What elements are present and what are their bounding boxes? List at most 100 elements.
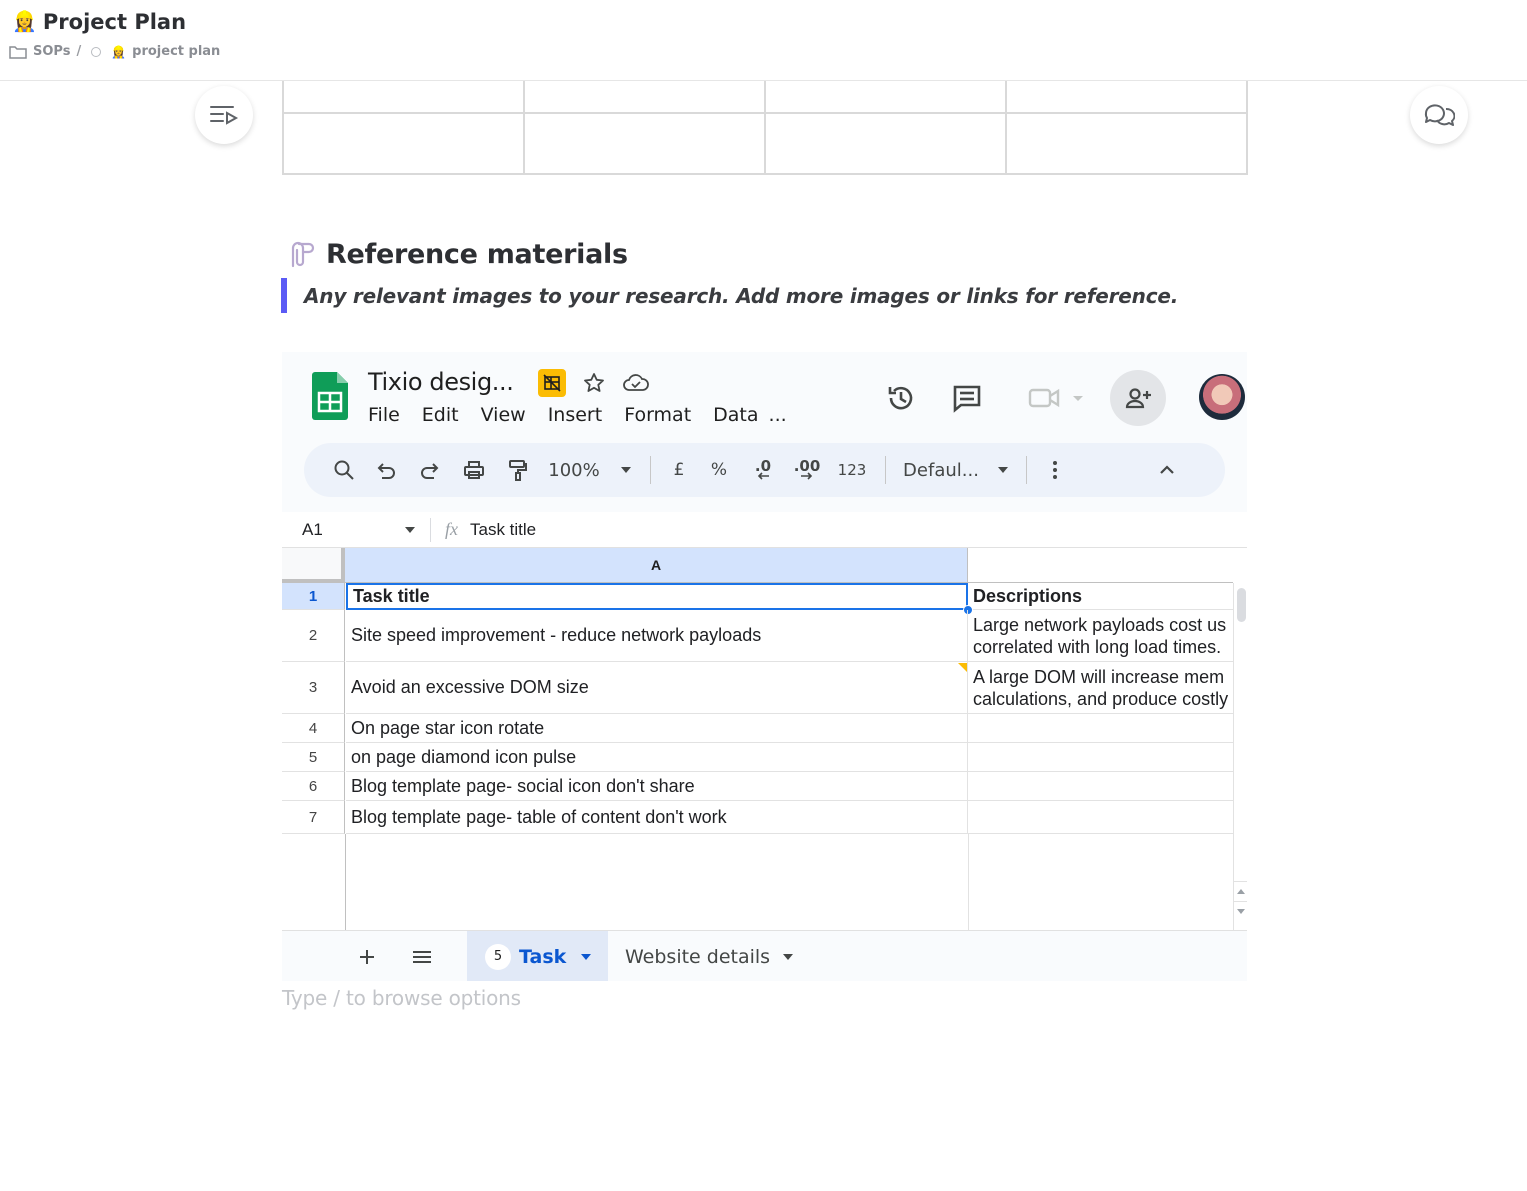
row-header[interactable]: 3 xyxy=(282,662,345,714)
scroll-up-icon[interactable] xyxy=(1234,881,1247,901)
table-cell[interactable]: On page star icon rotate xyxy=(346,714,968,743)
breadcrumb-page[interactable]: project plan xyxy=(132,44,220,59)
version-history-button[interactable] xyxy=(879,376,923,420)
table-cell[interactable] xyxy=(1007,81,1246,112)
table-cell[interactable] xyxy=(968,743,1233,772)
row-header[interactable]: 5 xyxy=(282,743,345,772)
table-row xyxy=(284,114,1246,173)
table-of-contents-button[interactable] xyxy=(195,86,253,144)
sheets-logo-icon[interactable] xyxy=(312,372,348,420)
breadcrumb-separator: / xyxy=(76,44,82,59)
chevron-down-icon xyxy=(581,953,592,960)
table-cell-b1[interactable]: Descriptions xyxy=(968,583,1233,610)
menu-edit[interactable]: Edit xyxy=(422,404,459,426)
table-cell[interactable]: Site speed improvement - reduce network … xyxy=(346,610,968,662)
column-header-a[interactable]: A xyxy=(345,548,968,583)
title-row: 👷‍♀️ Project Plan xyxy=(12,10,186,34)
table-cell[interactable] xyxy=(766,81,1007,112)
collapse-toolbar-icon[interactable] xyxy=(1149,454,1185,486)
undo-icon[interactable] xyxy=(364,454,408,486)
share-button[interactable] xyxy=(1110,370,1166,426)
table-cell[interactable] xyxy=(968,772,1233,801)
search-icon[interactable] xyxy=(328,454,360,486)
percent-format-button[interactable]: % xyxy=(697,454,741,486)
menu-data[interactable]: Data xyxy=(713,404,758,426)
more-vert-icon[interactable] xyxy=(1037,454,1073,486)
currency-format-button[interactable]: £ xyxy=(661,454,697,486)
breadcrumb-folder[interactable]: SOPs xyxy=(33,44,70,59)
history-icon xyxy=(888,386,913,410)
table-cell[interactable]: A large DOM will increase mem calculatio… xyxy=(968,662,1233,714)
menu-file[interactable]: File xyxy=(368,404,400,426)
cell-line: A large DOM will increase mem xyxy=(973,666,1225,687)
font-value: Defaul... xyxy=(903,459,979,481)
scrollbar-thumb[interactable] xyxy=(1237,588,1246,622)
paperclip-icon xyxy=(291,241,315,268)
star-icon[interactable] xyxy=(580,369,608,397)
table-cell[interactable] xyxy=(766,114,1007,173)
callout-text[interactable]: Any relevant images to your research. Ad… xyxy=(304,284,1178,308)
vertical-scrollbar[interactable] xyxy=(1233,583,1247,930)
zoom-select[interactable]: 100% xyxy=(540,454,640,486)
editor-placeholder[interactable]: Type / to browse options xyxy=(282,986,521,1010)
menu-insert[interactable]: Insert xyxy=(548,404,603,426)
comment-indicator[interactable] xyxy=(958,663,967,672)
document-title[interactable]: Tixio desig... xyxy=(368,368,514,396)
increase-decimal-label: .00 xyxy=(793,457,821,475)
arrow-right-icon xyxy=(801,472,813,480)
table-cell[interactable]: on page diamond icon pulse xyxy=(346,743,968,772)
row-header[interactable]: 6 xyxy=(282,772,345,801)
page-header: 👷‍♀️ Project Plan SOPs / 👷‍♀️ project pl… xyxy=(0,0,1527,81)
sheet-header: Tixio desig... File Edit View Insert For… xyxy=(282,352,1247,512)
cell-line: correlated with long load times. xyxy=(973,636,1222,657)
tab-task[interactable]: 5 Task xyxy=(467,931,608,981)
column-header-b[interactable] xyxy=(968,548,1233,583)
section-title[interactable]: Reference materials xyxy=(326,239,628,270)
comments-sheet-button[interactable] xyxy=(945,376,989,420)
redo-icon[interactable] xyxy=(408,454,452,486)
menu-view[interactable]: View xyxy=(481,404,526,426)
decrease-decimal-button[interactable]: .0 xyxy=(741,454,785,486)
table-cell[interactable] xyxy=(968,714,1233,743)
page-title[interactable]: Project Plan xyxy=(43,10,186,34)
row-header[interactable]: 4 xyxy=(282,714,345,743)
row-header[interactable]: 2 xyxy=(282,610,345,662)
table-cell[interactable] xyxy=(284,114,525,173)
meet-button[interactable] xyxy=(1023,376,1093,420)
add-sheet-button[interactable] xyxy=(354,944,380,970)
print-icon[interactable] xyxy=(452,454,496,486)
menu-more[interactable]: ... xyxy=(769,404,787,426)
all-sheets-button[interactable] xyxy=(409,944,435,970)
name-box[interactable]: A1 xyxy=(282,520,430,540)
cell-line: Descriptions xyxy=(973,586,1083,606)
table-cell[interactable]: Blog template page- social icon don't sh… xyxy=(346,772,968,801)
table-cell[interactable]: Avoid an excessive DOM size xyxy=(346,662,968,714)
table-cell[interactable] xyxy=(1007,114,1246,173)
table-cell[interactable] xyxy=(525,114,766,173)
font-select[interactable]: Defaul... xyxy=(896,454,1016,486)
avatar[interactable] xyxy=(1199,374,1245,420)
cloud-saved-icon[interactable] xyxy=(622,369,650,397)
menu-format[interactable]: Format xyxy=(624,404,691,426)
table-cell[interactable]: Large network payloads cost us correlate… xyxy=(968,610,1233,662)
tab-website-details[interactable]: Website details xyxy=(625,931,794,981)
row-header[interactable]: 1 xyxy=(282,583,345,610)
chevron-down-icon xyxy=(620,467,631,473)
paint-format-icon[interactable] xyxy=(496,454,540,486)
number-format-button[interactable]: 123 xyxy=(829,454,875,486)
comments-button[interactable] xyxy=(1410,86,1468,144)
table-cell[interactable]: Blog template page- table of content don… xyxy=(346,801,968,834)
title-icons xyxy=(538,369,650,397)
scroll-down-icon[interactable] xyxy=(1234,901,1247,921)
table-cell-a1[interactable]: Task title xyxy=(346,583,968,610)
tab-badge: 5 xyxy=(485,943,511,970)
table-cell[interactable] xyxy=(968,801,1233,834)
increase-decimal-button[interactable]: .00 xyxy=(785,454,829,486)
select-all-corner[interactable] xyxy=(282,548,345,583)
add-person-icon xyxy=(1125,388,1151,409)
folder-move-icon[interactable] xyxy=(538,369,566,397)
table-cell[interactable] xyxy=(284,81,525,112)
table-cell[interactable] xyxy=(525,81,766,112)
row-header[interactable]: 7 xyxy=(282,801,345,834)
formula-input[interactable]: Task title xyxy=(470,520,536,540)
